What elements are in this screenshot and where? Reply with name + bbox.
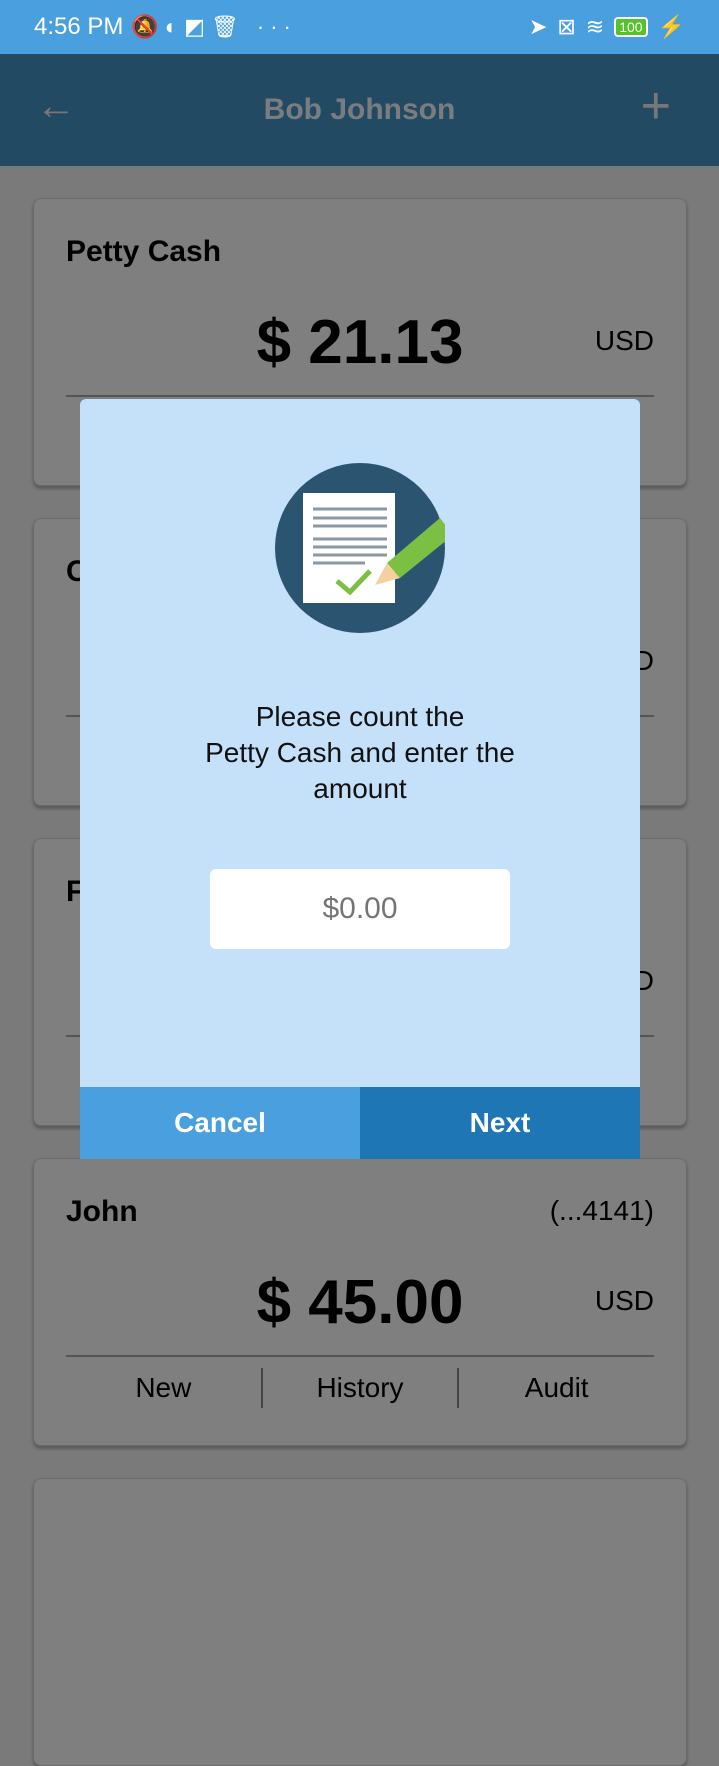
battery-icon: 100 bbox=[614, 17, 648, 37]
charging-icon: ⚡ bbox=[657, 14, 685, 39]
count-cash-dialog: Please count the Petty Cash and enter th… bbox=[80, 399, 640, 1159]
wifi-icon: ≋ bbox=[585, 14, 605, 39]
history-button[interactable]: History bbox=[263, 1372, 458, 1404]
account-name: John bbox=[66, 1195, 138, 1228]
amount-input[interactable] bbox=[210, 869, 510, 949]
account-card[interactable]: John (...4141) $ 45.00 USD New History A… bbox=[33, 1158, 687, 1446]
currency: USD bbox=[594, 1285, 654, 1316]
next-button[interactable]: Next bbox=[360, 1087, 640, 1159]
page-title: Bob Johnson bbox=[263, 93, 456, 126]
cancel-button[interactable]: Cancel bbox=[80, 1087, 360, 1159]
notification-icons: 🔕◐◩🗑 ··· bbox=[131, 14, 297, 39]
account-card[interactable] bbox=[33, 1478, 687, 1766]
account-balance: $ 21.13 bbox=[256, 308, 464, 377]
audit-button[interactable]: Audit bbox=[459, 1372, 654, 1404]
sim-icon: ⊠ bbox=[557, 14, 576, 39]
account-name: Petty Cash bbox=[66, 235, 222, 268]
back-arrow-icon[interactable]: ← bbox=[36, 84, 76, 129]
currency: USD bbox=[594, 325, 654, 356]
location-icon: ➤ bbox=[528, 14, 548, 39]
divider bbox=[66, 395, 654, 397]
dialog-message: Please count the Petty Cash and enter th… bbox=[80, 699, 640, 807]
add-icon[interactable]: + bbox=[641, 76, 671, 136]
new-button[interactable]: New bbox=[66, 1372, 261, 1404]
account-number: (...4141) bbox=[549, 1195, 654, 1226]
document-checklist-icon bbox=[275, 463, 445, 633]
status-time: 4:56 PM bbox=[34, 13, 124, 40]
account-balance: $ 45.00 bbox=[256, 1268, 464, 1337]
message-line: Please count the bbox=[255, 701, 465, 732]
message-line: Petty Cash and enter the bbox=[205, 737, 515, 768]
status-bar: 4:56 PM 🔕◐◩🗑 ··· ➤ ⊠ ≋ 100 ⚡ bbox=[0, 0, 719, 54]
message-line: amount bbox=[313, 773, 407, 804]
app-header: ← Bob Johnson + bbox=[0, 54, 719, 166]
